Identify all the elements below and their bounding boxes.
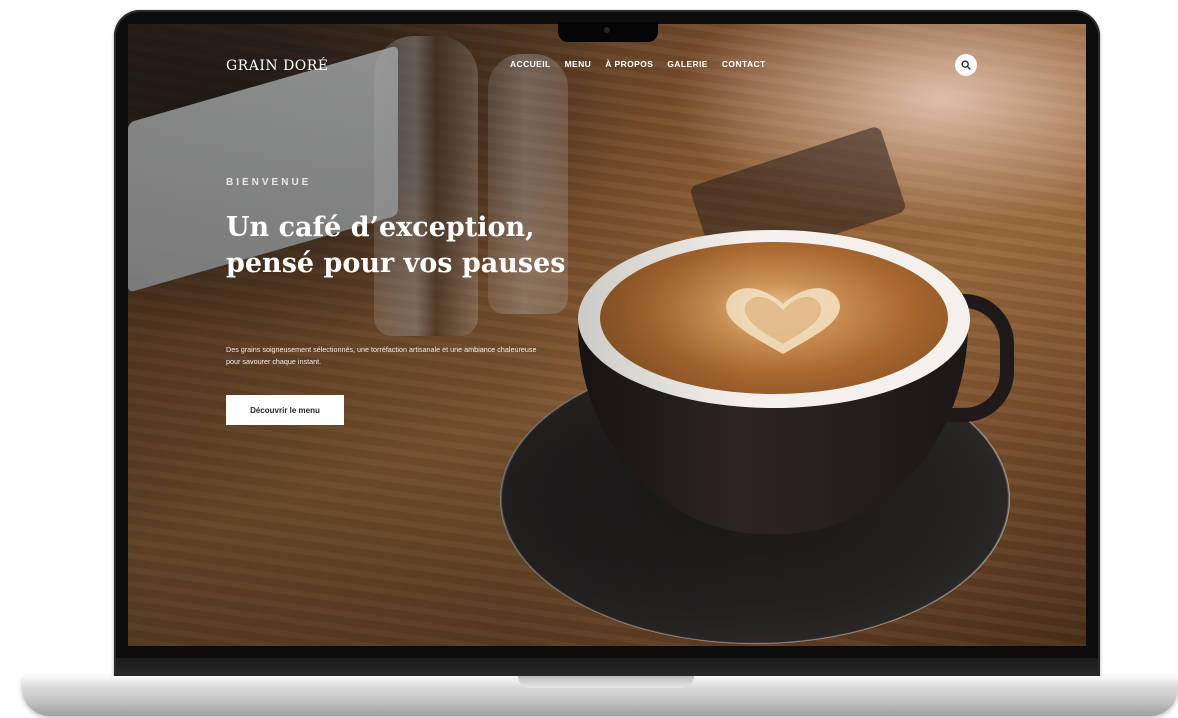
laptop-bezel-chin (116, 658, 1098, 678)
camera-notch (558, 22, 658, 42)
website-screen: GRAIN DORÉ ACCUEIL MENU À PROPOS GALERIE… (128, 24, 1086, 646)
camera-icon (604, 27, 610, 33)
base-thumb-notch (518, 676, 694, 688)
brand-logo[interactable]: GRAIN DORÉ (226, 58, 329, 74)
main-nav: ACCUEIL MENU À PROPOS GALERIE CONTACT (510, 59, 766, 69)
hero-overlay (128, 24, 1086, 646)
discover-menu-button[interactable]: Découvrir le menu (226, 395, 344, 425)
hero-description: Des grains soigneusement sélectionnés, u… (226, 345, 537, 366)
nav-item-accueil[interactable]: ACCUEIL (510, 59, 551, 69)
hero-eyebrow: BIENVENUE (226, 177, 312, 188)
nav-item-contact[interactable]: CONTACT (722, 59, 766, 69)
search-button[interactable] (955, 54, 977, 76)
nav-item-menu[interactable]: MENU (565, 59, 592, 69)
search-icon (961, 60, 971, 70)
nav-item-galerie[interactable]: GALERIE (667, 59, 708, 69)
laptop-base (22, 676, 1178, 716)
nav-item-a-propos[interactable]: À PROPOS (605, 59, 653, 69)
hero-title: Un café d’exception, pensé pour vos paus… (226, 212, 566, 279)
